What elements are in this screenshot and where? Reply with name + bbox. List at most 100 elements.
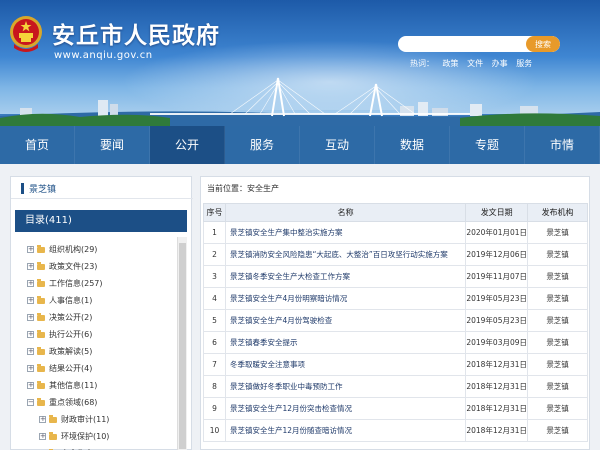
row-number: 8 [203, 375, 226, 398]
folder-icon [49, 431, 57, 440]
document-title-link[interactable]: 景芝镇消防安全风险隐患“大起底、大整治”百日攻坚行动实施方案 [224, 243, 467, 266]
expand-icon[interactable]: + [39, 416, 46, 423]
sidebar: 景芝镇 目录(411) + 组织机构(29) + 政策文件(23) + 工作信息(257)… [10, 176, 193, 450]
sidebar-scrollbar[interactable] [177, 237, 187, 450]
site-title[interactable]: 安丘市人民政府 [52, 16, 220, 50]
city-skyline-illustration [0, 77, 600, 126]
document-title-link[interactable]: 景芝镇安全生产4月份明察暗访情况 [224, 287, 467, 310]
scrollbar-thumb[interactable] [179, 243, 186, 449]
folder-icon [37, 329, 45, 338]
hotword-link[interactable]: 政策 [443, 59, 459, 68]
hotword-link[interactable]: 服务 [516, 59, 532, 68]
folder-icon [49, 414, 57, 423]
document-table: 序号 名称 发文日期 发布机构 1 景芝镇安全生产集中整治实施方案 2020年01月… [203, 203, 588, 442]
publish-date: 2018年12月31日 [465, 353, 529, 376]
tree-item[interactable]: +安全生产(7) [27, 445, 177, 450]
tree-item[interactable]: + 执行公开(6) [27, 326, 177, 343]
search-box: 搜索 [398, 36, 560, 52]
expand-icon[interactable]: + [27, 348, 34, 355]
row-number: 1 [203, 221, 226, 244]
table-body: 1 景芝镇安全生产集中整治实施方案 2020年01月01日 景芝镇 2 景芝镇消防安全风险… [203, 221, 588, 442]
document-title-link[interactable]: 景芝镇冬季安全生产大检查工作方案 [224, 265, 467, 288]
tree-item-label: 人事信息(1) [49, 296, 93, 305]
publish-date: 2019年05月23日 [465, 309, 529, 332]
tree-item[interactable]: + 其他信息(11) [27, 377, 177, 394]
publish-date: 2019年11月07日 [465, 265, 529, 288]
publishing-org: 景芝镇 [527, 353, 588, 376]
tree-item-label: 重点领域(68) [49, 398, 98, 407]
tree-item-label: 组织机构(29) [49, 245, 98, 254]
hotword-link[interactable]: 办事 [492, 59, 508, 68]
nav-item-service[interactable]: 服务 [225, 126, 300, 164]
tree-item[interactable]: − 重点领域(68) [27, 394, 177, 411]
tree-item-label: 决策公开(2) [49, 313, 93, 322]
collapse-icon[interactable]: − [27, 399, 34, 406]
publishing-org: 景芝镇 [527, 243, 588, 266]
column-header-org: 发布机构 [527, 203, 588, 222]
expand-icon[interactable]: + [27, 280, 34, 287]
row-number: 10 [203, 419, 226, 442]
nav-item-public[interactable]: 公开 [150, 126, 225, 164]
expand-icon[interactable]: + [27, 263, 34, 270]
expand-icon[interactable]: + [27, 331, 34, 338]
table-row: 8 景芝镇做好冬季职业中毒预防工作 2018年12月31日 景芝镇 [203, 375, 588, 398]
document-title-link[interactable]: 景芝镇安全生产12月份随查暗访情况 [224, 419, 467, 442]
tree-item-label: 执行公开(6) [49, 330, 93, 339]
nav-item-interaction[interactable]: 互动 [300, 126, 375, 164]
column-header-date: 发文日期 [465, 203, 529, 222]
tree-item[interactable]: + 决策公开(2) [27, 309, 177, 326]
header-banner: 安丘市人民政府 www.anqiu.gov.cn 搜索 热词： 政策 文件 办事… [0, 0, 600, 126]
nav-item-city-info[interactable]: 市情 [525, 126, 600, 164]
expand-icon[interactable]: + [27, 246, 34, 253]
document-title-link[interactable]: 景芝镇安全生产集中整治实施方案 [224, 221, 467, 244]
expand-icon[interactable]: + [27, 382, 34, 389]
folder-icon [37, 363, 45, 372]
tree-item-label: 其他信息(11) [49, 381, 98, 390]
main-nav: 首页 要闻 公开 服务 互动 数据 专题 市情 [0, 126, 600, 164]
publishing-org: 景芝镇 [527, 331, 588, 354]
document-title-link[interactable]: 冬季取暖安全注意事项 [224, 353, 467, 376]
nav-item-topics[interactable]: 专题 [450, 126, 525, 164]
folder-icon [37, 295, 45, 304]
nav-item-data[interactable]: 数据 [375, 126, 450, 164]
tree-item[interactable]: + 结果公开(4) [27, 360, 177, 377]
document-title-link[interactable]: 景芝镇春季安全提示 [224, 331, 467, 354]
publish-date: 2018年12月31日 [465, 419, 529, 442]
tree-item[interactable]: + 政策解读(5) [27, 343, 177, 360]
table-row: 9 景芝镇安全生产12月份突击检查情况 2018年12月31日 景芝镇 [203, 397, 588, 420]
sidebar-title: 景芝镇 [29, 185, 57, 195]
tree-item[interactable]: + 工作信息(257) [27, 275, 177, 292]
folder-icon [37, 261, 45, 270]
document-title-link[interactable]: 景芝镇做好冬季职业中毒预防工作 [224, 375, 467, 398]
row-number: 3 [203, 265, 226, 288]
publish-date: 2018年12月31日 [465, 375, 529, 398]
hotwords: 热词： 政策 文件 办事 服务 [410, 58, 538, 69]
expand-icon[interactable]: + [27, 297, 34, 304]
search-input[interactable] [398, 36, 526, 52]
nav-item-home[interactable]: 首页 [0, 126, 75, 164]
publishing-org: 景芝镇 [527, 221, 588, 244]
expand-icon[interactable]: + [27, 314, 34, 321]
tree-item[interactable]: + 政策文件(23) [27, 258, 177, 275]
table-row: 1 景芝镇安全生产集中整治实施方案 2020年01月01日 景芝镇 [203, 221, 588, 244]
tree-item[interactable]: + 人事信息(1) [27, 292, 177, 309]
column-header-number: 序号 [203, 203, 226, 222]
publishing-org: 景芝镇 [527, 309, 588, 332]
tree-item[interactable]: + 财政审计(11) [27, 411, 177, 428]
catalog-header[interactable]: 目录(411) [15, 210, 187, 232]
breadcrumb: 当前位置：安全生产 [207, 184, 279, 193]
expand-icon[interactable]: + [27, 365, 34, 372]
document-title-link[interactable]: 景芝镇安全生产4月份驾驶检查 [224, 309, 467, 332]
table-header-row: 序号 名称 发文日期 发布机构 [203, 203, 588, 222]
search-button[interactable]: 搜索 [526, 36, 560, 52]
publishing-org: 景芝镇 [527, 265, 588, 288]
document-title-link[interactable]: 景芝镇安全生产12月份突击检查情况 [224, 397, 467, 420]
hotword-link[interactable]: 文件 [467, 59, 483, 68]
expand-icon[interactable]: + [39, 433, 46, 440]
tree-item[interactable]: + 环境保护(10) [27, 428, 177, 445]
publish-date: 2019年05月23日 [465, 287, 529, 310]
nav-item-news[interactable]: 要闻 [75, 126, 150, 164]
tree-item[interactable]: + 组织机构(29) [27, 241, 177, 258]
sidebar-header-accent [21, 183, 24, 194]
folder-icon [37, 278, 45, 287]
